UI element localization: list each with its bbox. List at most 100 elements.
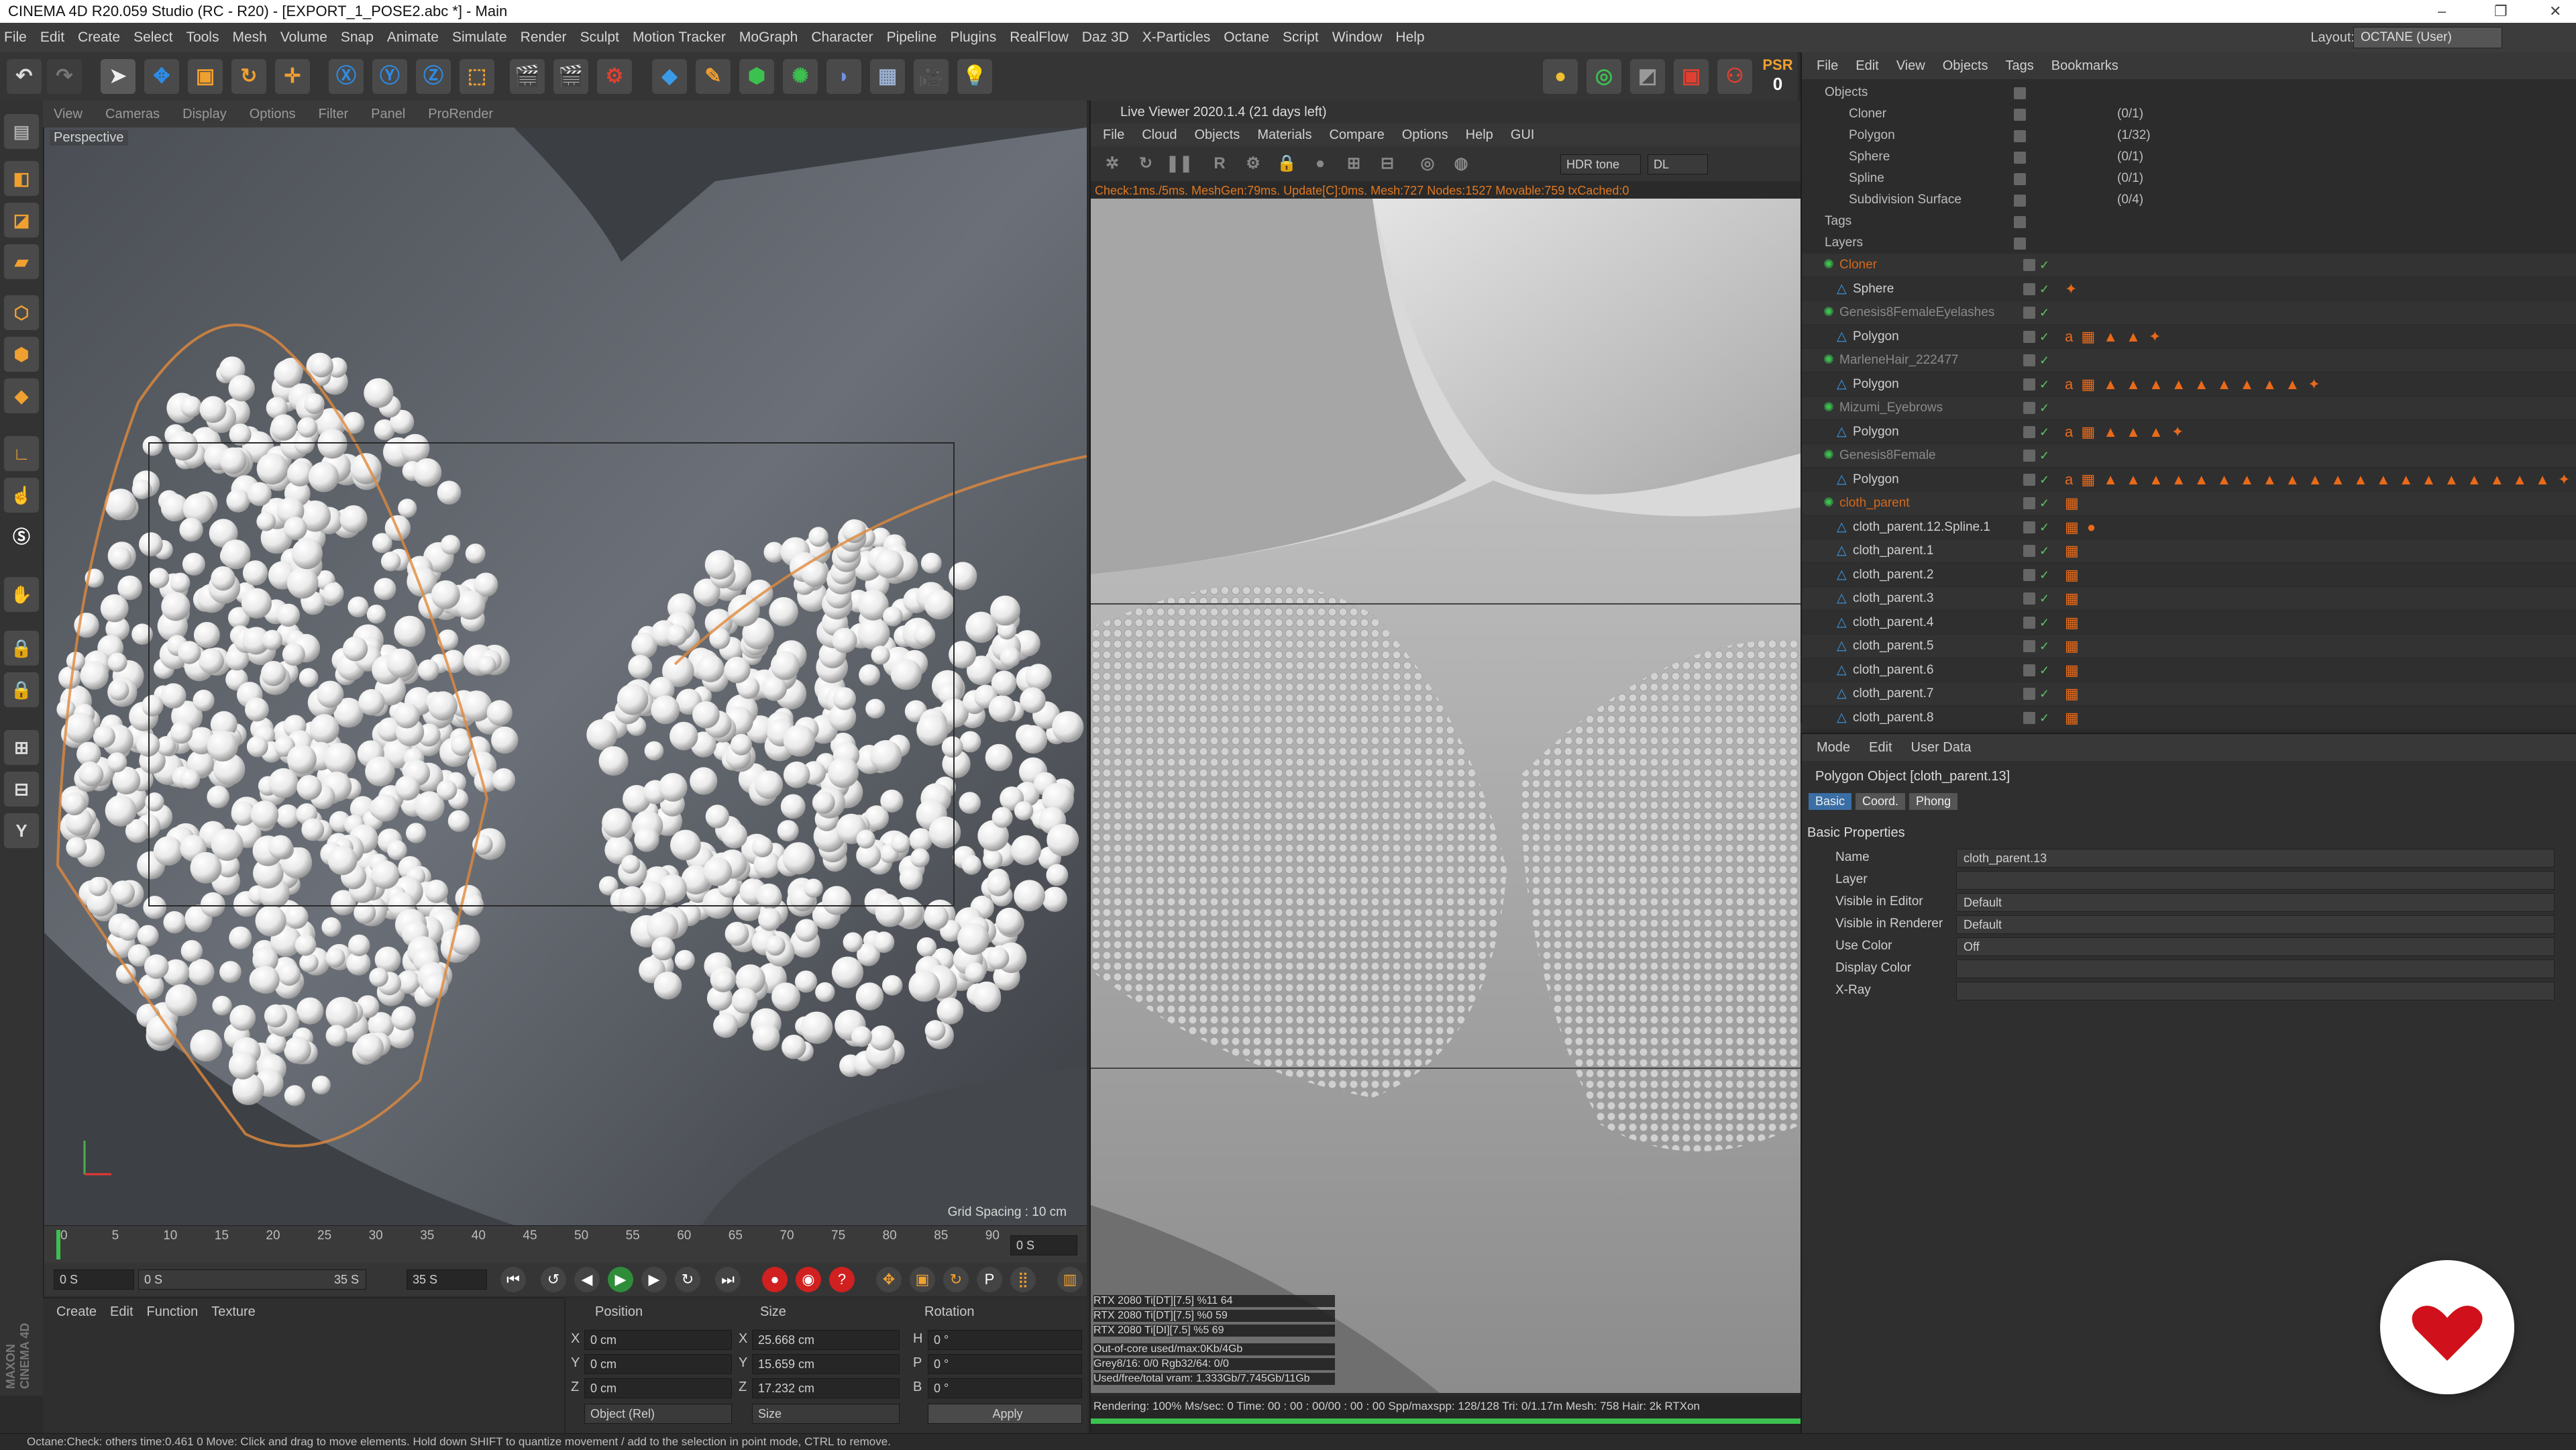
object-tags[interactable]: a ▦ ▲ ▲ ▲ ✦	[2065, 421, 2186, 444]
object-visibility-icon[interactable]	[2023, 568, 2035, 581]
next-frame-icon[interactable]: ▶	[641, 1267, 667, 1292]
object-tree-row[interactable]: △ cloth_parent.1 ✓ ▦	[1802, 539, 2576, 562]
object-visibility-icon[interactable]	[2023, 307, 2035, 319]
menu-sculpt[interactable]: Sculpt	[580, 23, 619, 52]
octane-texture-icon[interactable]: ▣	[1674, 59, 1709, 94]
x-axis-icon[interactable]: Ⓧ	[329, 59, 364, 94]
object-tags[interactable]: ✦	[2065, 278, 2079, 301]
object-enabled-check-icon[interactable]: ✓	[2039, 325, 2049, 348]
object-tags[interactable]: a ▦ ▲ ▲ ✦	[2065, 325, 2163, 348]
object-enabled-check-icon[interactable]: ✓	[2039, 349, 2049, 372]
object-tree-row[interactable]: ✺ Genesis8FemaleEyelashes ✓	[1802, 301, 2576, 324]
object-visibility-icon[interactable]	[2023, 330, 2035, 343]
viewport-menu-prorender[interactable]: ProRender	[428, 101, 493, 127]
object-tags[interactable]: a ▦ ▲ ▲ ▲ ▲ ▲ ▲ ▲ ▲ ▲ ▲ ▲ ▲ ▲ ▲ ▲ ▲ ▲ ▲ …	[2065, 468, 2572, 491]
object-name[interactable]: cloth_parent.2	[1853, 564, 1933, 586]
object-visibility-icon[interactable]	[2023, 640, 2035, 652]
object-filter-row[interactable]: Objects	[1802, 82, 2576, 103]
object-tags[interactable]: a ▦ ▲ ▲ ▲ ▲ ▲ ▲ ▲ ▲ ▲ ✦	[2065, 373, 2322, 396]
object-tree-row[interactable]: △ cloth_parent.6 ✓ ▦	[1802, 658, 2576, 682]
object-filter-visibility-icon[interactable]	[2014, 216, 2026, 228]
tab-phong[interactable]: Phong	[1909, 793, 1958, 810]
object-tags[interactable]: ▦	[2065, 659, 2081, 682]
size-x-field[interactable]: 25.668 cm	[752, 1330, 900, 1350]
menu-octane[interactable]: Octane	[1224, 23, 1269, 52]
object-visibility-icon[interactable]	[2023, 664, 2035, 676]
restart-render-icon[interactable]: ↻	[1131, 149, 1161, 178]
object-enabled-check-icon[interactable]: ✓	[2039, 492, 2049, 515]
object-visibility-icon[interactable]	[2023, 545, 2035, 557]
object-filter-visibility-icon[interactable]	[2014, 152, 2026, 164]
menu-file[interactable]: File	[4, 23, 27, 52]
tweak-mode-icon[interactable]: ☝	[4, 478, 39, 513]
material-ball-icon[interactable]: ●	[1305, 149, 1335, 178]
attribute-layer-field[interactable]	[1956, 871, 2555, 890]
menu-realflow[interactable]: RealFlow	[1010, 23, 1069, 52]
object-name[interactable]: cloth_parent.3	[1853, 587, 1933, 610]
object-tags[interactable]: ▦	[2065, 587, 2081, 610]
object-filter-visibility-icon[interactable]	[2014, 87, 2026, 99]
add-region-icon[interactable]: ⊞	[1339, 149, 1368, 178]
menu-x-particles[interactable]: X-Particles	[1142, 23, 1211, 52]
record-icon[interactable]: ●	[762, 1267, 788, 1292]
rotation-p-field[interactable]: 0 °	[928, 1354, 1082, 1374]
object-enabled-check-icon[interactable]: ✓	[2039, 539, 2049, 562]
object-tree-row[interactable]: △ Sphere ✓ ✦	[1802, 277, 2576, 301]
3d-viewport[interactable]: Perspective Grid Spacing : 10 cm	[44, 127, 1087, 1225]
tab-coord[interactable]: Coord.	[1856, 793, 1906, 810]
object-filter-visibility-icon[interactable]	[2014, 238, 2026, 250]
material-menu-create[interactable]: Create	[56, 1298, 97, 1325]
object-visibility-icon[interactable]	[2023, 473, 2035, 486]
tab-basic[interactable]: Basic	[1809, 793, 1852, 810]
menu-mesh[interactable]: Mesh	[232, 23, 266, 52]
cube-icon[interactable]: ◆	[652, 59, 687, 94]
object-filter-row[interactable]: Tags	[1802, 211, 2576, 232]
object-filter-visibility-icon[interactable]	[2014, 173, 2026, 185]
object-name[interactable]: Polygon	[1853, 421, 1899, 444]
object-visibility-icon[interactable]	[2023, 450, 2035, 462]
undo-icon[interactable]: ↶	[7, 59, 42, 94]
cloner-icon[interactable]: ✺	[783, 59, 818, 94]
size-y-field[interactable]: 15.659 cm	[752, 1354, 900, 1374]
previous-frame-icon[interactable]: ◀	[574, 1267, 600, 1292]
render-settings-icon[interactable]: ⚙	[597, 59, 632, 94]
align-workplane-icon[interactable]: ⊟	[4, 772, 39, 807]
lock-workplane-icon[interactable]: 🔒	[4, 631, 39, 666]
close-button[interactable]: ✕	[2549, 0, 2561, 23]
key-position-icon[interactable]: ✥	[876, 1267, 902, 1292]
object-tree-row[interactable]: ✺ cloth_parent ✓ ▦	[1802, 492, 2576, 515]
octane-objects-icon[interactable]: ⚇	[1717, 59, 1752, 94]
attribute-menu-user-data[interactable]: User Data	[1911, 734, 1972, 761]
object-name[interactable]: cloth_parent.8	[1853, 707, 1933, 729]
render-view-icon[interactable]: 🎬	[510, 59, 545, 94]
menu-tools[interactable]: Tools	[186, 23, 219, 52]
viewport-menu-filter[interactable]: Filter	[319, 101, 348, 127]
object-visibility-icon[interactable]	[2023, 282, 2035, 295]
apply-button[interactable]: Apply	[928, 1404, 1082, 1424]
key-parameter-icon[interactable]: P	[977, 1267, 1002, 1292]
octane-settings-icon[interactable]: ◎	[1587, 59, 1621, 94]
focus-picker-icon[interactable]: ◎	[1413, 149, 1442, 178]
object-filter-visibility-icon[interactable]	[2014, 195, 2026, 207]
menu-daz-3d[interactable]: Daz 3D	[1082, 23, 1129, 52]
object-name[interactable]: cloth_parent.4	[1853, 611, 1933, 634]
range-slider[interactable]: 0 S 35 S	[138, 1270, 366, 1290]
object-visibility-icon[interactable]	[2023, 378, 2035, 391]
pen-icon[interactable]: ✎	[696, 59, 731, 94]
object-filter-row[interactable]: Spline (0/1)	[1802, 168, 2576, 189]
object-enabled-check-icon[interactable]: ✓	[2039, 373, 2049, 396]
live-viewer-menu-materials[interactable]: Materials	[1257, 123, 1311, 146]
z-axis-icon[interactable]: Ⓩ	[416, 59, 451, 94]
go-to-start-icon[interactable]: ⏮	[500, 1267, 526, 1292]
rotate-icon[interactable]: ↻	[231, 59, 266, 94]
axis-mode-icon[interactable]: ∟	[4, 436, 39, 471]
viewport-menu-options[interactable]: Options	[250, 101, 296, 127]
region-render-icon[interactable]: R	[1205, 149, 1234, 178]
points-mode-icon[interactable]: ⬡	[4, 295, 39, 330]
object-tags[interactable]: ▦	[2065, 611, 2081, 634]
size-z-field[interactable]: 17.232 cm	[752, 1378, 900, 1398]
maximize-button[interactable]: ❐	[2494, 0, 2508, 23]
select-arrow-icon[interactable]: ➤	[101, 59, 136, 94]
model-mode-icon[interactable]: ◧	[4, 161, 39, 196]
floor-icon[interactable]: ▦	[870, 59, 905, 94]
